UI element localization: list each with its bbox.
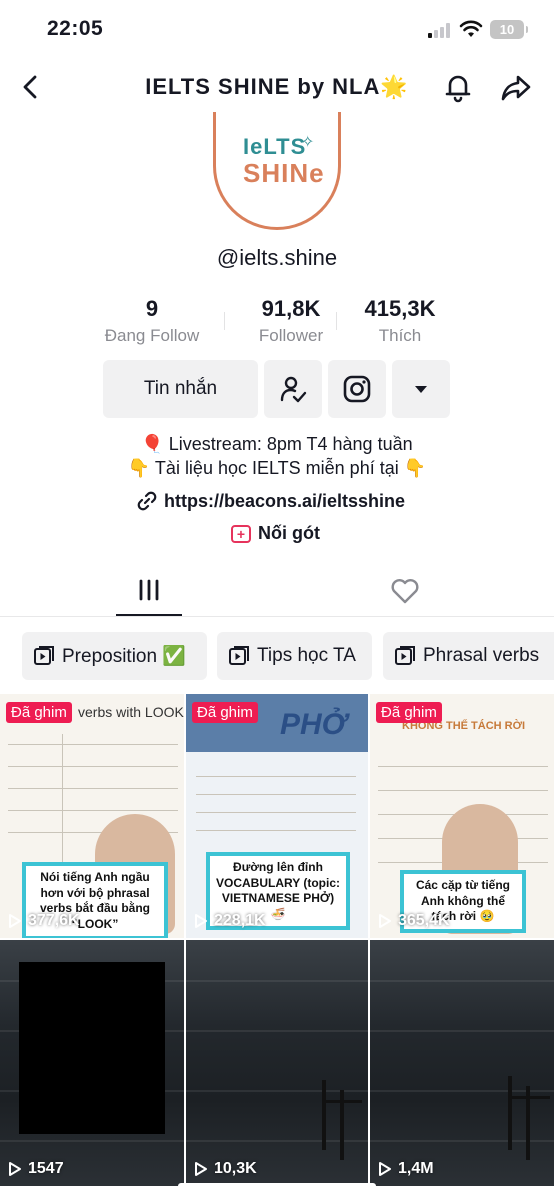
stat-likes-value: 415,3K [364,296,436,321]
play-icon [195,1162,207,1176]
play-icon [9,1162,21,1176]
video-thumbnail-heading: PHỞ [280,708,347,741]
cellular-signal-icon [428,22,454,38]
playlist-icon [229,646,249,665]
favorites-label: Nối gót [258,523,320,543]
plus-box-icon: + [231,524,251,543]
video-thumbnail[interactable]: verbs with LOOK Đã ghim Nói tiếng Anh ng… [0,694,184,938]
bio-line-2: 👇 Tài liệu học IELTS miễn phí tại 👇 [127,458,427,478]
logo-text-bottom: SHINe [243,158,325,188]
logo-text-top: IeLTS [243,134,307,159]
playlist-icon [34,646,54,665]
video-thumbnail-heading: verbs with LOOK [78,704,184,720]
view-count: 365,4K [378,912,450,930]
view-count: 228,1K [194,912,266,930]
stat-divider [336,312,337,330]
stat-following[interactable]: 9 Đang Follow [92,296,212,346]
video-thumbnail[interactable]: 1,4M [370,940,554,1186]
avatar[interactable]: IeLTS ✧ SHINe [213,112,341,230]
back-arrow-icon[interactable] [16,72,46,102]
instagram-button[interactable] [328,360,386,418]
wifi-icon [459,20,483,37]
bio-line-1: 🎈 Livestream: 8pm T4 hàng tuần [141,434,413,454]
view-count: 1547 [8,1160,64,1178]
play-icon [379,1162,391,1176]
pinned-badge: Đã ghim [192,702,258,723]
tab-videos[interactable] [116,568,182,616]
profile-header: IELTS SHINE by NLA🌟 [0,62,554,114]
playlist-chip-label: Tips học TA [257,645,356,666]
logo-star-icon: ✧ [301,134,315,151]
pinned-badge: Đã ghim [376,702,442,723]
playlist-chip-label: Phrasal verbs [423,645,540,666]
grid-icon [139,579,159,601]
playlist-chip[interactable]: Preposition ✅ [22,632,207,680]
stat-likes[interactable]: 415,3K Thích [340,296,460,346]
status-time: 22:05 [47,17,104,40]
status-bar: 22:05 10 [0,0,554,60]
playlist-chip-label: Preposition ✅ [62,646,186,667]
stat-likes-label: Thích [378,326,422,345]
caret-down-icon [415,386,427,393]
video-thumbnail[interactable]: KHÔNG THỂ TÁCH RỜI Đã ghim Các cặp từ ti… [370,694,554,938]
tab-divider [0,616,554,617]
playlist-icon [395,646,415,665]
home-indicator[interactable] [178,1183,376,1189]
more-dropdown-button[interactable] [392,360,450,418]
view-count: 377,6K [8,912,80,930]
stat-following-label: Đang Follow [104,326,200,345]
friends-button[interactable] [264,360,322,418]
view-count: 1,4M [378,1160,434,1178]
playlist-chip[interactable]: Phrasal verbs [383,632,554,680]
stat-followers-value: 91,8K [261,296,321,321]
instagram-icon [343,375,371,403]
stat-following-value: 9 [145,296,159,321]
video-overlay-image [19,962,165,1134]
share-icon[interactable] [499,71,533,105]
stat-followers-label: Follower [258,326,324,345]
user-check-icon [280,376,307,403]
page-title: IELTS SHINE by NLA🌟 [145,74,409,99]
bio-link-text[interactable]: https://beacons.ai/ieltsshine [164,491,405,512]
playlist-chip[interactable]: Tips học TA [217,632,372,680]
play-icon [379,914,391,928]
link-icon [137,491,157,511]
play-icon [9,914,21,928]
battery-icon: 10 [490,20,528,39]
play-icon [195,914,207,928]
message-button[interactable]: Tin nhắn [103,360,258,418]
view-count: 10,3K [194,1160,257,1178]
video-thumbnail[interactable]: 10,3K [186,940,368,1186]
stat-divider [224,312,225,330]
bio-link[interactable]: https://beacons.ai/ieltsshine [136,490,405,512]
favorites-link[interactable]: + Nối gót [231,523,320,544]
bell-icon[interactable] [441,70,475,104]
tab-liked[interactable] [388,574,422,608]
pinned-badge: Đã ghim [6,702,72,723]
username: @ielts.shine [216,245,338,270]
stat-followers[interactable]: 91,8K Follower [231,296,351,346]
video-thumbnail[interactable]: PHỞ Đã ghim Đường lên đỉnh VOCABULARY (t… [186,694,368,938]
